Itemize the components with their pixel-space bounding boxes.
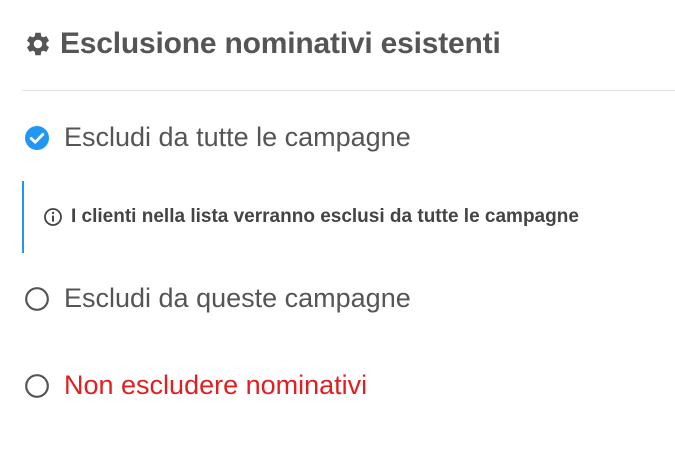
info-note: I clienti nella lista verranno esclusi d…: [22, 181, 662, 253]
gear-icon: [27, 32, 49, 56]
option-exclude-these[interactable]: Escludi da queste campagne: [24, 283, 411, 314]
info-icon: [44, 208, 62, 226]
radio-empty-icon[interactable]: [24, 373, 50, 399]
option-label-no-exclusion: Non escludere nominativi: [64, 370, 368, 400]
option-label-exclude-all: Escludi da tutte le campagne: [64, 122, 411, 152]
option-label-exclude-these: Escludi da queste campagne: [64, 283, 411, 313]
radio-empty-icon[interactable]: [24, 286, 50, 312]
section-header: Esclusione nominativi esistenti: [24, 24, 501, 64]
divider: [22, 90, 675, 91]
check-circle-icon[interactable]: [24, 125, 50, 151]
section-title: Esclusione nominativi esistenti: [60, 27, 501, 60]
info-text: I clienti nella lista verranno esclusi d…: [71, 206, 579, 227]
option-no-exclusion[interactable]: Non escludere nominativi: [24, 370, 367, 401]
option-exclude-all[interactable]: Escludi da tutte le campagne: [24, 122, 411, 153]
